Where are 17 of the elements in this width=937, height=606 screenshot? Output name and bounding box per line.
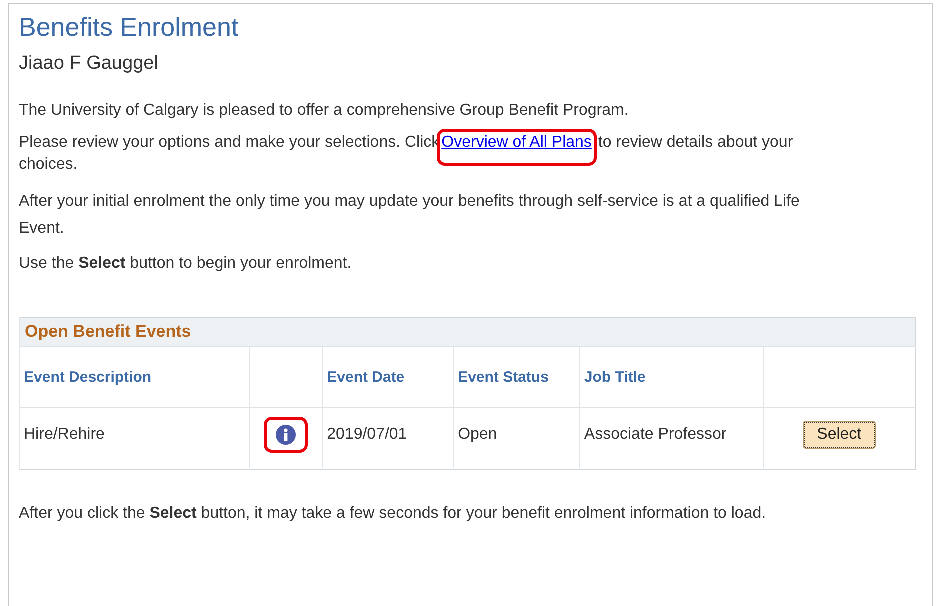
paragraph: The University of Calgary is pleased to offer a comprehensive Group Benefit Program. — [19, 101, 630, 121]
column-header: Event Status — [454, 346, 580, 408]
column-header: Event Date — [322, 346, 454, 408]
column-header: Event Description — [20, 346, 250, 408]
page-title: Benefits Enrolment — [19, 12, 240, 43]
overview-link[interactable]: Overview of All Plans — [440, 132, 594, 163]
paragraph: After your initial enrolment the only time you may update your benefits through self-service is at a qualified Life Event. — [19, 192, 801, 239]
select-button[interactable]: Select — [804, 422, 875, 448]
table-cell: Open — [454, 408, 580, 461]
table-cell: Hire/Rehire — [20, 408, 250, 461]
footer-note: After you click the Select button, it may take a few seconds for your benefit enrolment information to load. — [19, 504, 768, 524]
paragraph: Use the Select button to begin your enrolment. — [19, 254, 353, 274]
table-cell: Associate Professor — [580, 408, 764, 461]
column-header: Job Title — [580, 346, 764, 408]
table-cell: 2019/07/01 — [322, 408, 454, 461]
employee-name: Jiaao F Gauggel — [19, 53, 160, 75]
table-title: Open Benefit Events — [20, 318, 916, 346]
